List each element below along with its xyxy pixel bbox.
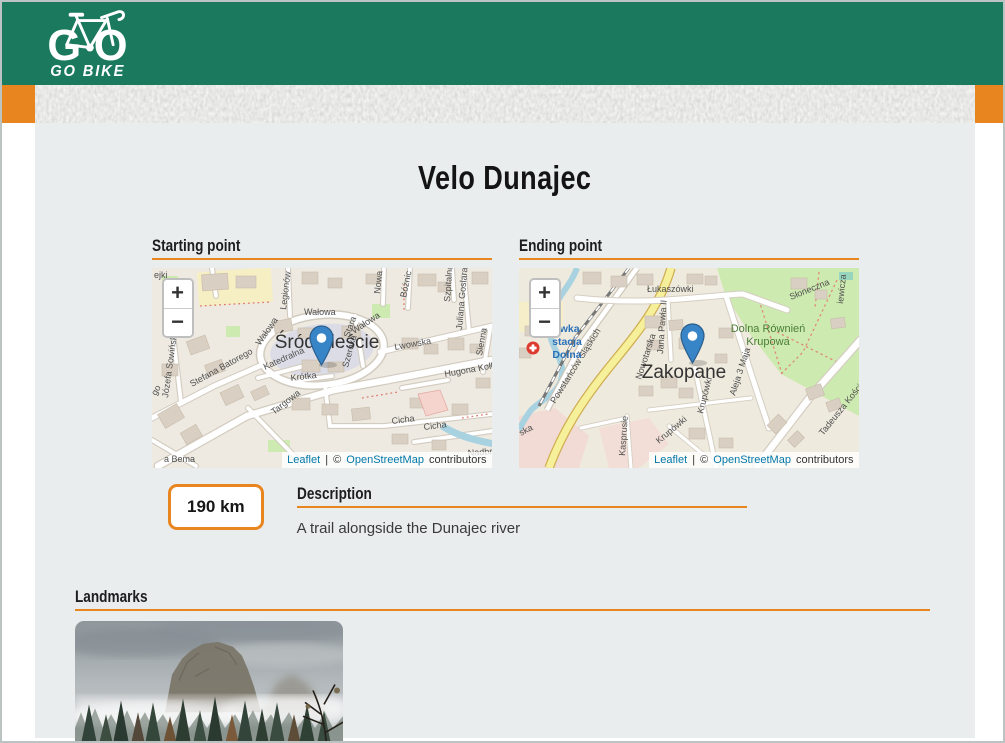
map-zoom-out-button[interactable]: − bbox=[164, 308, 192, 336]
leaflet-link[interactable]: Leaflet bbox=[654, 454, 687, 466]
map-zoom-in-button[interactable]: + bbox=[164, 280, 192, 308]
description-heading: Description bbox=[297, 484, 747, 508]
description-text: A trail alongside the Dunajec river bbox=[297, 520, 747, 537]
banner-accent-left bbox=[2, 85, 35, 123]
description-section: Description A trail alongside the Dunaje… bbox=[297, 484, 747, 537]
map-zoom-control: + − bbox=[162, 278, 194, 338]
svg-text:G: G bbox=[47, 22, 81, 65]
bike-logo-icon: G O bbox=[40, 7, 136, 65]
landmarks-heading: Landmarks bbox=[75, 587, 930, 611]
page-title: Velo Dunajec bbox=[35, 123, 975, 197]
map-zoom-out-button[interactable]: − bbox=[531, 308, 559, 336]
hero-banner-image bbox=[35, 85, 975, 123]
banner-accent-right bbox=[975, 85, 1003, 123]
maps-row: Starting point bbox=[152, 236, 859, 468]
start-marker-pin[interactable] bbox=[309, 325, 334, 366]
street-label: a Bema bbox=[164, 454, 195, 464]
map-place-label: Zakopane bbox=[641, 362, 726, 383]
openstreetmap-link[interactable]: OpenStreetMap bbox=[713, 454, 791, 466]
route-page: Velo Dunajec Starting point bbox=[35, 123, 975, 738]
ending-point-map[interactable]: Łukaszówki Nowotarska Powstańców Śląskic… bbox=[519, 268, 859, 468]
street-label: Łukaszówki bbox=[647, 284, 694, 294]
leaflet-link[interactable]: Leaflet bbox=[287, 454, 320, 466]
starting-point-heading: Starting point bbox=[152, 236, 492, 260]
street-label: Wałowa bbox=[304, 307, 336, 317]
landmark-photo[interactable] bbox=[75, 621, 343, 743]
map-tiles-end: Łukaszówki Nowotarska Powstańców Śląskic… bbox=[519, 268, 859, 468]
starting-point-map[interactable]: Wałowa Wałowa Wałowa Legionów Nowa Bóżni… bbox=[152, 268, 492, 468]
logo-text: GO BIKE bbox=[50, 63, 125, 81]
starting-point-section: Starting point bbox=[152, 236, 492, 468]
logo[interactable]: G O GO BIKE bbox=[40, 7, 136, 81]
detail-row: 190 km Description A trail alongside the… bbox=[168, 484, 975, 537]
ending-point-section: Ending point bbox=[519, 236, 859, 468]
ending-point-heading: Ending point bbox=[519, 236, 859, 260]
hero-banner bbox=[2, 85, 1003, 123]
map-tiles-start: Wałowa Wałowa Wałowa Legionów Nowa Bóżni… bbox=[152, 268, 492, 468]
map-zoom-in-button[interactable]: + bbox=[531, 280, 559, 308]
map-attribution: Leaflet | © OpenStreetMap contributors bbox=[282, 452, 491, 468]
page: G O GO BIKE bbox=[0, 0, 1005, 743]
openstreetmap-link[interactable]: OpenStreetMap bbox=[346, 454, 424, 466]
svg-text:Krupowa: Krupowa bbox=[746, 336, 790, 348]
landmarks-section: Landmarks bbox=[35, 587, 975, 743]
header: G O GO BIKE bbox=[2, 2, 1003, 85]
map-attribution: Leaflet | © OpenStreetMap contributors bbox=[649, 452, 858, 468]
station-icon bbox=[526, 342, 539, 355]
end-marker-pin[interactable] bbox=[680, 323, 705, 364]
map-zoom-control: + − bbox=[529, 278, 561, 338]
svg-text:Dolna Równień: Dolna Równień bbox=[730, 323, 805, 335]
distance-badge: 190 km bbox=[168, 484, 264, 530]
svg-text:Dolna: Dolna bbox=[552, 349, 581, 361]
